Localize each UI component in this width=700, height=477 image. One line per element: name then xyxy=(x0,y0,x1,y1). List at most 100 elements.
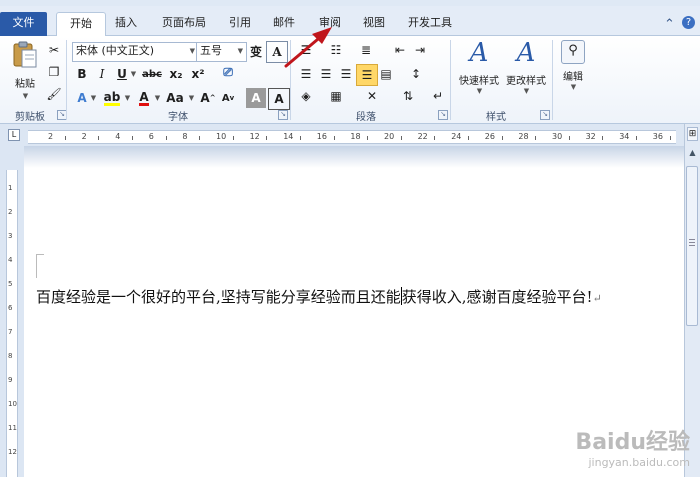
document-text-line[interactable]: 百度经验是一个很好的平台,坚持写能分享经验而且还能获得收入,感谢百度经验平台!↵ xyxy=(36,286,602,307)
quick-styles-label: 快速样式 xyxy=(459,76,499,87)
ruler-toggle-icon[interactable]: ⊞ xyxy=(687,127,698,141)
distributed-icon[interactable]: ▤ xyxy=(376,64,396,84)
ruler-label: 14 xyxy=(283,132,294,141)
help-icon[interactable]: ? xyxy=(682,16,695,29)
chevron-down-icon[interactable]: ▼ xyxy=(152,88,162,108)
change-styles-label: 更改样式 xyxy=(506,76,546,87)
quick-styles-button[interactable]: A 快速样式 ▼ xyxy=(456,38,502,95)
text-after-cursor: 获得收入,感谢百度经验平台! xyxy=(401,288,593,306)
paragraph-launcher-icon[interactable]: ↘ xyxy=(438,110,448,120)
chevron-down-icon[interactable]: ▼ xyxy=(122,88,132,108)
chevron-down-icon[interactable]: ▼ xyxy=(186,88,196,108)
ruler-label: 28 xyxy=(518,132,529,141)
tab-review[interactable]: 审阅 xyxy=(312,12,348,36)
clear-formatting-icon[interactable]: ⎚ xyxy=(218,62,238,82)
chevron-down-icon: ▼ xyxy=(476,87,483,95)
ruler-label: 5 xyxy=(8,280,13,288)
show-marks-icon[interactable]: ↵ xyxy=(428,86,448,106)
font-launcher-icon[interactable]: ↘ xyxy=(278,110,288,120)
bold-button[interactable]: B xyxy=(72,64,92,84)
borders-icon[interactable]: ▦ xyxy=(326,86,346,106)
align-center-icon[interactable]: ☰ xyxy=(316,64,336,84)
editing-label: 编辑 xyxy=(563,72,583,83)
ruler-tick xyxy=(333,136,335,140)
ruler-label: 7 xyxy=(8,328,13,336)
chevron-down-icon: ▼ xyxy=(237,47,243,55)
cut-icon[interactable]: ✂ xyxy=(44,40,64,60)
tab-mailings[interactable]: 邮件 xyxy=(266,12,302,36)
copy-icon[interactable]: ❐ xyxy=(44,62,64,82)
scrollbar-thumb[interactable] xyxy=(686,166,698,326)
ruler-label: 2 xyxy=(48,132,54,141)
italic-button[interactable]: I xyxy=(92,64,112,84)
ruler-label: 6 xyxy=(8,304,13,312)
decrease-indent-icon[interactable]: ⇤ xyxy=(390,40,410,60)
subscript-button[interactable]: x₂ xyxy=(166,64,186,84)
ruler-label: 12 xyxy=(8,448,17,456)
tab-home[interactable]: 开始 xyxy=(56,12,106,38)
ruler-tick xyxy=(568,136,570,140)
vertical-ruler[interactable]: 1 2 3 4 5 6 7 8 9 10 11 12 xyxy=(6,170,18,477)
multilevel-list-icon[interactable]: ≣ xyxy=(356,40,376,60)
tab-developer[interactable]: 开发工具 xyxy=(400,12,460,36)
change-case-button[interactable]: Aa xyxy=(164,88,186,108)
align-left-icon[interactable]: ☰ xyxy=(296,64,316,84)
font-name-combo[interactable]: 宋体 (中文正文) ▼ xyxy=(72,42,199,62)
tab-file[interactable]: 文件 xyxy=(0,12,47,36)
page-gap xyxy=(24,146,684,168)
ruler-tick xyxy=(669,136,671,140)
font-size-combo[interactable]: 五号 ▼ xyxy=(196,42,247,62)
increase-indent-icon[interactable]: ⇥ xyxy=(410,40,430,60)
ruler-label: 34 xyxy=(619,132,630,141)
minimize-ribbon-icon[interactable]: ⌃ xyxy=(664,17,675,32)
styles-launcher-icon[interactable]: ↘ xyxy=(540,110,550,120)
ribbon-tab-bar: 文件 开始 插入 页面布局 引用 邮件 审阅 视图 开发工具 ⌃ ? xyxy=(0,6,700,38)
chevron-down-icon[interactable]: ▼ xyxy=(128,64,138,84)
align-right-icon[interactable]: ☰ xyxy=(336,64,356,84)
ruler-label: 26 xyxy=(484,132,495,141)
strikethrough-button[interactable]: abc xyxy=(142,64,162,84)
ruler-label: 20 xyxy=(384,132,395,141)
tab-selector-icon[interactable]: L xyxy=(8,129,20,141)
shrink-font-button[interactable]: Av xyxy=(218,88,238,108)
chinese-layout-icon[interactable]: ✕ xyxy=(362,86,382,106)
tab-page-layout[interactable]: 页面布局 xyxy=(152,12,216,36)
shading-icon[interactable]: ◈ xyxy=(296,86,316,106)
char-shading-button[interactable]: A xyxy=(246,88,266,108)
bullets-icon[interactable]: ☰ xyxy=(296,40,316,60)
chevron-down-icon[interactable]: ▼ xyxy=(88,88,98,108)
line-spacing-icon[interactable]: ↕ xyxy=(406,64,426,84)
format-painter-icon[interactable]: 🖌 xyxy=(44,84,64,104)
paste-label: 粘贴 xyxy=(15,79,35,90)
paste-button[interactable]: 粘贴 ▼ xyxy=(6,40,44,100)
tab-insert[interactable]: 插入 xyxy=(108,12,144,36)
editing-button[interactable]: ⚲ 编辑 ▼ xyxy=(558,40,588,91)
justify-icon[interactable]: ☰ xyxy=(356,64,378,86)
grow-font-button[interactable]: A ^ xyxy=(198,88,218,108)
highlight-icon[interactable]: ab xyxy=(102,88,122,108)
numbering-icon[interactable]: ☷ xyxy=(326,40,346,60)
ruler-label: 16 xyxy=(316,132,327,141)
ruler-label: 22 xyxy=(417,132,428,141)
tab-view[interactable]: 视图 xyxy=(356,12,392,36)
ruler-label: 4 xyxy=(115,132,121,141)
ruler-label: 18 xyxy=(350,132,361,141)
phonetic-guide-button[interactable]: 变 xyxy=(246,41,266,61)
horizontal-ruler[interactable]: 22468101214161820222426283032343638 xyxy=(28,130,697,144)
sort-icon[interactable]: ⇅ xyxy=(398,86,418,106)
superscript-button[interactable]: x² xyxy=(188,64,208,84)
group-divider xyxy=(290,40,291,120)
ruler-tick xyxy=(64,136,66,140)
chevron-down-icon: ▼ xyxy=(570,83,577,91)
char-border-button[interactable]: A xyxy=(268,88,290,110)
ruler-tick xyxy=(300,136,301,140)
ruler-label: 30 xyxy=(552,132,563,141)
scroll-up-icon[interactable]: ▲ xyxy=(687,148,698,160)
binoculars-icon: ⚲ xyxy=(561,40,585,64)
ruler-label: 36 xyxy=(652,132,663,141)
enclose-chars-button[interactable]: A xyxy=(266,41,288,63)
font-color-icon[interactable]: A xyxy=(134,88,154,108)
tab-references[interactable]: 引用 xyxy=(222,12,258,36)
font-group-label: 字体 xyxy=(168,112,188,123)
change-styles-button[interactable]: A 更改样式 ▼ xyxy=(502,38,550,95)
